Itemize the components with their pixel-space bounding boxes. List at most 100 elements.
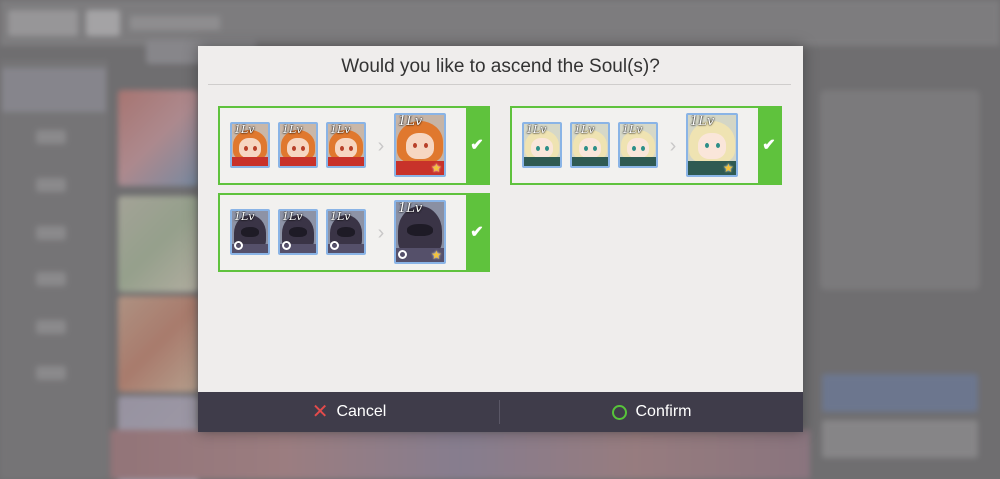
arrow-right-icon: › [669, 135, 677, 157]
level-label: 1Lv [234, 123, 255, 136]
level-label: 1Lv [690, 114, 715, 129]
check-icon: ✔ [466, 195, 488, 270]
portrait-eye [632, 146, 636, 151]
material-soul: 1Lv [278, 209, 318, 255]
dialog-footer: ✕ Cancel Confirm [198, 392, 803, 432]
bg-sidebar-active [2, 68, 106, 112]
material-soul: 1Lv [522, 122, 562, 168]
portrait-collar [232, 157, 268, 166]
cancel-label: Cancel [336, 403, 387, 420]
level-label: 1Lv [282, 210, 303, 223]
portrait-collar [620, 157, 656, 166]
portrait-face [287, 138, 309, 158]
portrait-face [239, 138, 261, 158]
portrait-eye [340, 146, 344, 151]
circle-icon [612, 404, 628, 420]
level-label: 1Lv [282, 123, 303, 136]
portrait-visor [241, 227, 259, 237]
element-icon [234, 241, 243, 250]
portrait-collar [280, 157, 316, 166]
portrait-face [406, 133, 434, 159]
bg-soul-card [118, 196, 198, 292]
ascension-group-orange[interactable]: 1Lv 1Lv 1Lv › 1Lv ★ ✔ [218, 106, 490, 185]
star-icon: ★ [431, 161, 442, 175]
element-icon [330, 241, 339, 250]
star-icon: ★ [431, 248, 442, 262]
arrow-right-icon: › [377, 135, 385, 157]
bg-sidebar-item [36, 226, 66, 240]
material-soul: 1Lv [230, 122, 270, 168]
portrait-eye [536, 146, 540, 151]
portrait-eye [244, 146, 248, 151]
portrait-eye [253, 146, 257, 151]
result-soul: 1Lv ★ [394, 113, 446, 177]
level-label: 1Lv [574, 123, 595, 136]
portrait-eye [545, 146, 549, 151]
bg-sidebar-item [36, 272, 66, 286]
portrait-face [531, 138, 553, 158]
portrait-collar [328, 157, 364, 166]
confirm-label: Confirm [635, 403, 692, 420]
dialog-body: 1Lv 1Lv 1Lv › 1Lv ★ ✔ 1Lv 1Lv 1Lv › 1Lv … [198, 86, 803, 392]
material-soul: 1Lv [570, 122, 610, 168]
portrait-eye [641, 146, 645, 151]
confirm-button[interactable]: Confirm [501, 392, 803, 432]
portrait-eye [584, 146, 588, 151]
ascend-dialog: Would you like to ascend the Soul(s)? 1L… [198, 46, 803, 432]
check-icon: ✔ [758, 108, 780, 183]
bg-sidebar-item [36, 366, 66, 380]
level-label: 1Lv [526, 123, 547, 136]
portrait-eye [413, 143, 417, 148]
bg-sidebar-item [36, 320, 66, 334]
result-soul: 1Lv ★ [686, 113, 738, 177]
portrait-face [698, 133, 726, 159]
material-soul: 1Lv [618, 122, 658, 168]
portrait-eye [349, 146, 353, 151]
level-label: 1Lv [330, 123, 351, 136]
bg-home-button [86, 10, 120, 36]
ascension-group-dark[interactable]: 1Lv 1Lv 1Lv › 1Lv ★ ✔ [218, 193, 490, 272]
element-icon [398, 250, 407, 259]
bg-secondary-button [822, 420, 978, 458]
result-soul: 1Lv ★ [394, 200, 446, 264]
check-icon: ✔ [466, 108, 488, 183]
level-label: 1Lv [330, 210, 351, 223]
level-label: 1Lv [398, 114, 423, 129]
footer-divider [499, 400, 500, 424]
material-soul: 1Lv [326, 122, 366, 168]
bg-sidebar-item [36, 130, 66, 144]
level-label: 1Lv [234, 210, 255, 223]
portrait-collar [572, 157, 608, 166]
portrait-visor [337, 227, 355, 237]
bg-info-panel [820, 90, 980, 290]
portrait-visor [407, 224, 433, 236]
level-label: 1Lv [398, 201, 423, 216]
material-soul: 1Lv [326, 209, 366, 255]
material-soul: 1Lv [230, 209, 270, 255]
portrait-eye [593, 146, 597, 151]
portrait-collar [524, 157, 560, 166]
bg-soul-card [118, 296, 198, 392]
bg-action-button [822, 374, 978, 412]
bg-title [130, 16, 220, 30]
star-icon: ★ [723, 161, 734, 175]
portrait-visor [289, 227, 307, 237]
bg-soul-card [118, 90, 198, 186]
portrait-eye [424, 143, 428, 148]
portrait-eye [705, 143, 709, 148]
level-label: 1Lv [622, 123, 643, 136]
portrait-face [627, 138, 649, 158]
portrait-eye [716, 143, 720, 148]
cancel-button[interactable]: ✕ Cancel [198, 392, 500, 432]
portrait-eye [301, 146, 305, 151]
title-divider [208, 84, 791, 85]
material-soul: 1Lv [278, 122, 318, 168]
portrait-face [579, 138, 601, 158]
portrait-eye [292, 146, 296, 151]
bg-sidebar-item [36, 178, 66, 192]
dialog-title: Would you like to ascend the Soul(s)? [341, 56, 660, 77]
ascension-group-blonde[interactable]: 1Lv 1Lv 1Lv › 1Lv ★ ✔ [510, 106, 782, 185]
bg-sidebar [0, 60, 108, 479]
arrow-right-icon: › [377, 222, 385, 244]
bg-card-strip [110, 430, 810, 479]
